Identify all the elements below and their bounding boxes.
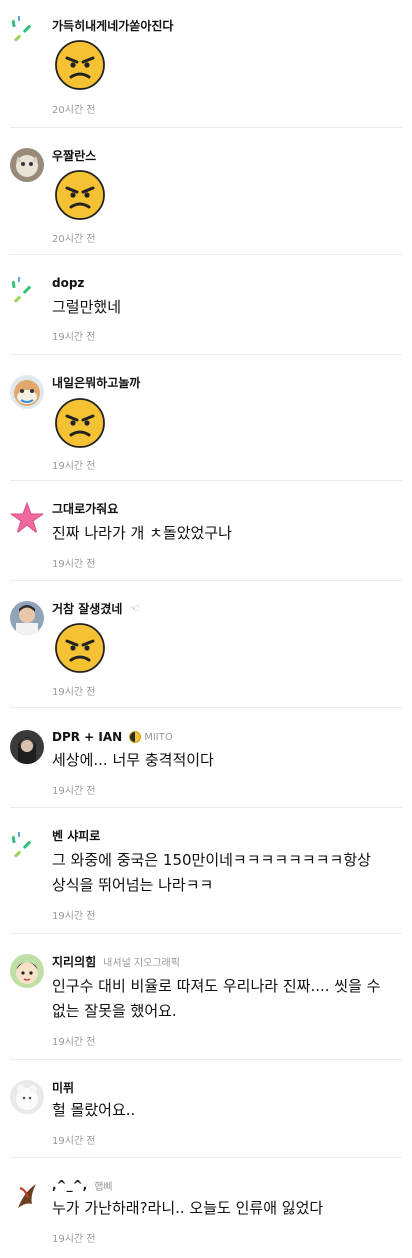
comment-text: 인구수 대비 비율로 따져도 우리나라 진짜.... 씻을 수 없는 잘못을 했… (52, 974, 402, 1024)
comment-text: 헐 몰랐어요.. (52, 1101, 136, 1119)
comment-line: 인구수 대비 비율로 따져도 우리나라 진짜.... 씻을 수 (52, 977, 381, 995)
timestamp: 19시간 전 (52, 911, 96, 922)
nickname[interactable]: 우짤란스 (52, 147, 96, 164)
name-row: 미퓌 (52, 1079, 74, 1095)
timestamp: 19시간 전 (52, 1136, 96, 1147)
comment-text: 그럴만했네 (52, 298, 122, 316)
badge-label: 내셔널 지오그래픽 (103, 957, 180, 969)
comment-text: 누가 가난하래?라니.. 오늘도 인류애 잃었다 (52, 1199, 324, 1217)
comment-text: 진짜 나라가 개 ㅊ돌았었구나 (52, 524, 232, 542)
nickname[interactable]: 거참 잘생겼네 (52, 600, 122, 617)
angry-face-icon (55, 40, 105, 90)
name-row: 벤 샤피로 (52, 827, 100, 843)
nickname[interactable]: dopz (52, 276, 84, 290)
nickname[interactable]: ,^_^, (52, 1178, 87, 1192)
timestamp: 20시간 전 (52, 234, 96, 245)
avatar[interactable] (10, 501, 44, 535)
avatar[interactable] (10, 1178, 44, 1212)
sparkle-lines-icon (11, 277, 32, 304)
badge: MIITO (129, 731, 173, 743)
avatar[interactable] (10, 730, 44, 764)
sparkle-lines-icon (11, 16, 32, 43)
comment-line: 상식을 뛰어넘는 나라ㅋㅋ (52, 876, 214, 894)
comment-item: 벤 샤피로 그 와중에 중국은 150만이네ㅋㅋㅋㅋㅋㅋㅋㅋ항상 상식을 뛰어넘… (0, 808, 412, 934)
badge-label: MIITO (144, 731, 173, 743)
name-row: 내일은뭐하고놀까 (52, 374, 140, 390)
avatar[interactable] (10, 954, 44, 988)
avatar[interactable] (10, 12, 44, 46)
name-row: 가득히내게네가쏟아진다 (52, 17, 173, 33)
comment-item: ,^_^, 햅삐 누가 가난하래?라니.. 오늘도 인류애 잃었다 19시간 전 (0, 1158, 412, 1258)
avatar[interactable] (10, 1080, 44, 1114)
name-row: 지리의힘 내셔널 지오그래픽 (52, 953, 180, 969)
comment-item: 지리의힘 내셔널 지오그래픽 인구수 대비 비율로 따져도 우리나라 진짜...… (0, 934, 412, 1060)
avatar[interactable] (10, 375, 44, 409)
comment-text: 세상에... 너무 충격적이다 (52, 751, 214, 769)
avatar[interactable] (10, 273, 44, 307)
coin-icon (129, 731, 142, 743)
timestamp: 19시간 전 (52, 1234, 96, 1245)
name-row: ,^_^, 햅삐 (52, 1177, 113, 1193)
timestamp: 19시간 전 (52, 332, 96, 343)
comment-item: 거참 잘생겼네 ☜ 19시간 전 (0, 581, 412, 708)
comment-text: 그 와중에 중국은 150만이네ㅋㅋㅋㅋㅋㅋㅋㅋ항상 상식을 뛰어넘는 나라ㅋㅋ (52, 848, 402, 898)
comment-item: dopz 그럴만했네 19시간 전 (0, 255, 412, 355)
comment-item: 가득히내게네가쏟아진다 20시간 전 (0, 0, 412, 128)
angry-face-icon (55, 623, 105, 673)
name-row: dopz (52, 275, 84, 291)
hand-pointer-icon: ☜ (129, 601, 140, 615)
angry-face-icon (55, 170, 105, 220)
nickname[interactable]: 그대로가줘요 (52, 500, 118, 517)
nickname[interactable]: 미퓌 (52, 1079, 74, 1096)
comment-item: 우짤란스 20시간 전 (0, 128, 412, 255)
timestamp: 19시간 전 (52, 559, 96, 570)
name-row: 그대로가줘요 (52, 500, 118, 516)
name-row: DPR + IAN MIITO (52, 729, 173, 745)
comment-item: 내일은뭐하고놀까 19시간 전 (0, 355, 412, 481)
nickname[interactable]: 가득히내게네가쏟아진다 (52, 17, 173, 34)
timestamp: 19시간 전 (52, 687, 96, 698)
nickname[interactable]: 내일은뭐하고놀까 (52, 374, 140, 391)
name-row: 거참 잘생겼네 ☜ (52, 600, 139, 616)
avatar[interactable] (10, 828, 44, 862)
timestamp: 19시간 전 (52, 1037, 96, 1048)
avatar[interactable] (10, 601, 44, 635)
nickname[interactable]: DPR + IAN (52, 730, 122, 744)
comment-item: DPR + IAN MIITO 세상에... 너무 충격적이다 19시간 전 (0, 708, 412, 808)
nickname[interactable]: 벤 샤피로 (52, 827, 100, 844)
timestamp: 19시간 전 (52, 786, 96, 797)
badge-label: 햅삐 (94, 1181, 113, 1193)
comment-item: 그대로가줘요 진짜 나라가 개 ㅊ돌았었구나 19시간 전 (0, 481, 412, 581)
name-row: 우짤란스 (52, 147, 96, 163)
timestamp: 20시간 전 (52, 105, 96, 116)
comment-line: 없는 잘못을 했어요. (52, 1002, 177, 1020)
comment-line: 그 와중에 중국은 150만이네ㅋㅋㅋㅋㅋㅋㅋㅋ항상 (52, 851, 371, 869)
timestamp: 19시간 전 (52, 461, 96, 472)
avatar[interactable] (10, 148, 44, 182)
angry-face-icon (55, 398, 105, 448)
nickname[interactable]: 지리의힘 (52, 953, 96, 970)
sparkle-lines-icon (11, 832, 32, 859)
comment-item: 미퓌 헐 몰랐어요.. 19시간 전 (0, 1060, 412, 1158)
